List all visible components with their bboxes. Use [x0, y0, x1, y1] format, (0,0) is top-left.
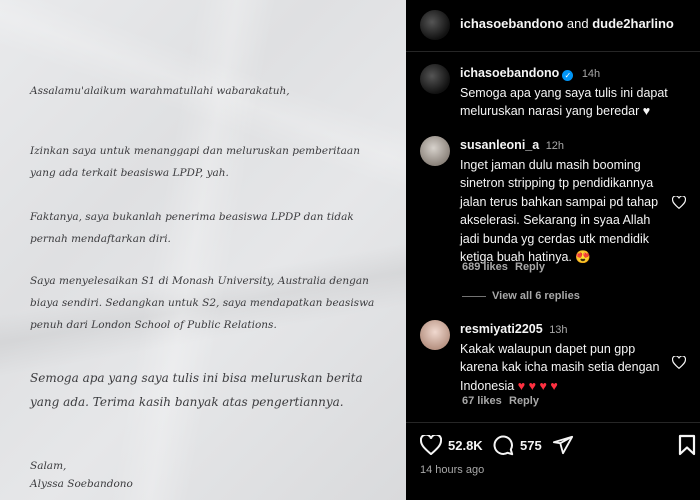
likes-count[interactable]: 52.8K	[448, 438, 483, 453]
caption-avatar[interactable]	[420, 64, 450, 94]
comment-2-likes[interactable]: 67 likes	[462, 395, 502, 407]
caption: ichasoebandono ✓ 14h Semoga apa yang saya…	[460, 64, 690, 121]
letter-paragraph-3: Saya menyelesaikan S1 di Monash Universi…	[30, 275, 375, 331]
comment-2-reply-button[interactable]: Reply	[509, 395, 539, 407]
comment-2-text: Kakak walaupun dapet pun gpp karena kak …	[460, 341, 660, 393]
caption-time: 14h	[581, 68, 601, 80]
comment-2-hearts: ♥ ♥ ♥ ♥	[517, 378, 558, 393]
comment-2-time: 13h	[549, 324, 568, 336]
save-bookmark-icon[interactable]	[678, 434, 696, 456]
caption-username[interactable]: ichasoebandono	[460, 66, 559, 80]
letter-paragraph-4: Semoga apa yang saya tulis ini bisa melu…	[30, 371, 363, 409]
like-heart-icon[interactable]	[420, 435, 442, 455]
letter-paragraph-1: Izinkan saya untuk menanggapi dan meluru…	[30, 145, 360, 179]
comment-1: susanleoni_a 12h Inget jaman dulu masih …	[460, 136, 672, 267]
verified-badge-icon: ✓	[562, 70, 574, 81]
letter-paragraph-2: Faktanya, saya bukanlah penerima beasisw…	[30, 211, 354, 245]
comment-2-username[interactable]: resmiyati2205	[460, 322, 543, 336]
comment-1-time: 12h	[545, 140, 565, 152]
comment-2-avatar[interactable]	[420, 320, 450, 350]
caption-text: Semoga apa yang saya tulis ini dapat mel…	[460, 85, 668, 119]
post-header-authors: ichasoebandono and dude2harlino	[460, 15, 674, 34]
actions-divider	[406, 422, 700, 423]
comment-1-username[interactable]: susanleoni_a	[460, 138, 539, 152]
share-send-icon[interactable]	[552, 434, 574, 456]
comment-1-reply-button[interactable]: Reply	[515, 261, 545, 273]
letter-signature: Alyssa Soebandono	[30, 478, 133, 490]
comment-1-like-heart-icon[interactable]	[672, 196, 686, 209]
comment-bubble-icon[interactable]	[492, 434, 514, 456]
comments-panel: ichasoebandono and dude2harlino ichasoeb…	[406, 0, 700, 500]
post-timestamp: 14 hours ago	[420, 464, 485, 476]
view-all-replies-button[interactable]: View all 6 replies	[492, 290, 580, 302]
header-user-1[interactable]: ichasoebandono	[460, 16, 563, 31]
header-user-2[interactable]: dude2harlino	[592, 16, 674, 31]
comment-2: resmiyati2205 13h Kakak walaupun dapet p…	[460, 320, 670, 395]
post-image-letter: Assalamu'alaikum warahmatullahi wabaraka…	[0, 0, 406, 500]
header-divider	[406, 51, 700, 52]
letter-greeting: Assalamu'alaikum warahmatullahi wabaraka…	[30, 85, 290, 97]
comment-2-like-heart-icon[interactable]	[672, 356, 686, 369]
view-replies-line	[462, 296, 486, 297]
header-and: and	[563, 16, 593, 31]
comment-1-likes[interactable]: 689 likes	[462, 261, 508, 273]
comments-count[interactable]: 575	[520, 438, 542, 453]
comment-1-avatar[interactable]	[420, 136, 450, 166]
header-avatar[interactable]	[420, 10, 450, 40]
comment-1-text: Inget jaman dulu masih booming sinetron …	[460, 157, 659, 265]
